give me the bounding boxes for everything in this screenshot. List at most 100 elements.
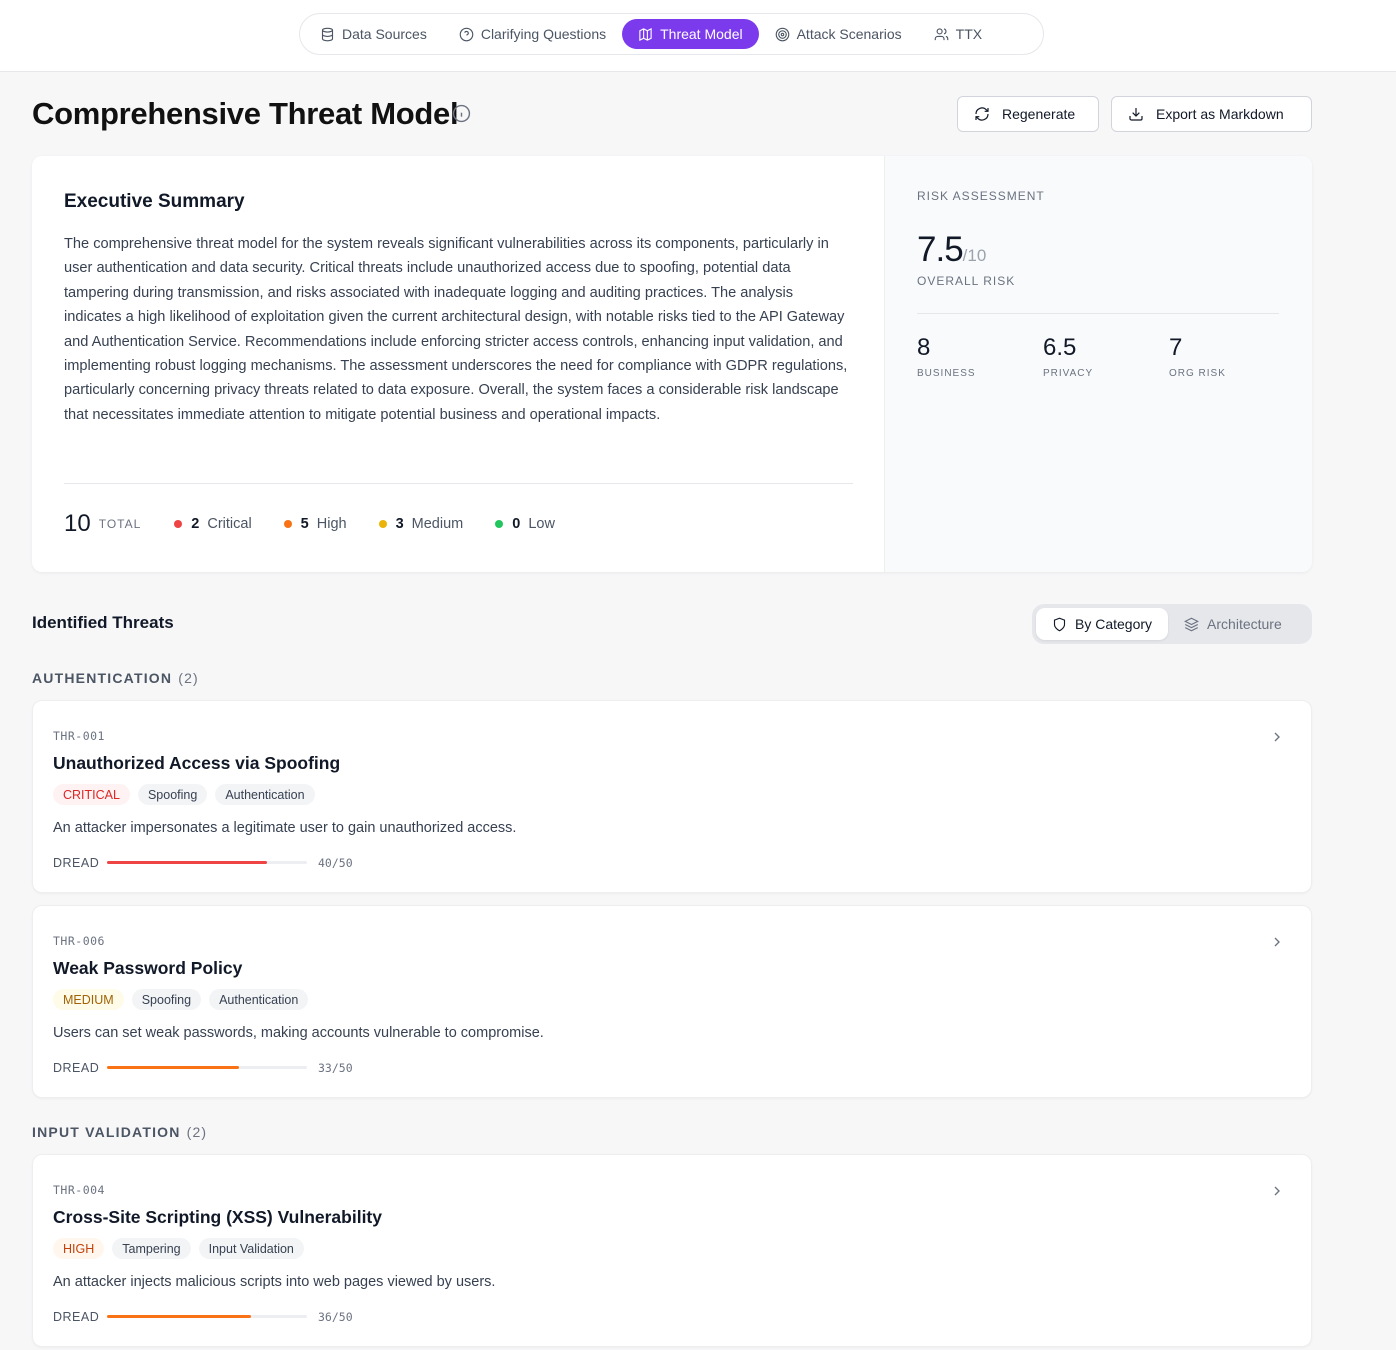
low-dot bbox=[495, 520, 504, 528]
group-name: INPUT VALIDATION bbox=[32, 1124, 181, 1140]
identified-threats-title: Identified Threats bbox=[32, 613, 174, 632]
view-toggle: By Category Architecture bbox=[1032, 604, 1312, 644]
export-markdown-button[interactable]: Export as Markdown bbox=[1111, 96, 1312, 132]
executive-summary-title: Executive Summary bbox=[64, 191, 245, 212]
stride-tag: Spoofing bbox=[131, 989, 202, 1010]
dread-score: 36/50 bbox=[318, 1310, 353, 1324]
category-tag: Input Validation bbox=[198, 1238, 304, 1259]
dread-bar-fill bbox=[107, 1066, 239, 1069]
org-risk: 7 ORG RISK bbox=[1169, 334, 1226, 379]
risk-score-max: /10 bbox=[962, 246, 987, 265]
risk-assessment-panel: RISK ASSESSMENT 7.5/10 OVERALL RISK 8 BU… bbox=[884, 156, 1312, 572]
medium-dot bbox=[378, 520, 387, 528]
help-circle-icon bbox=[459, 27, 474, 41]
group-name: AUTHENTICATION bbox=[32, 670, 173, 686]
org-risk-label: ORG RISK bbox=[1169, 368, 1226, 379]
critical-count: 2 bbox=[191, 516, 200, 532]
users-icon bbox=[934, 27, 948, 40]
category-tag: Authentication bbox=[215, 784, 315, 805]
tab-data-sources[interactable]: Data Sources bbox=[304, 19, 443, 49]
architecture-toggle[interactable]: Architecture bbox=[1168, 608, 1298, 640]
group-header-input-validation: INPUT VALIDATION (2) bbox=[32, 1124, 207, 1140]
threat-description: Users can set weak passwords, making acc… bbox=[53, 1025, 544, 1041]
severity-badge: CRITICAL bbox=[53, 784, 130, 805]
total-label: TOTAL bbox=[98, 517, 142, 531]
business-risk-value: 8 bbox=[917, 334, 931, 361]
threat-tags: CRITICAL Spoofing Authentication bbox=[53, 784, 315, 805]
total-count: 10 bbox=[64, 510, 91, 537]
privacy-risk-label: PRIVACY bbox=[1043, 368, 1094, 379]
layers-icon bbox=[1184, 617, 1200, 631]
severity-counts: 10 TOTAL 2 Critical 5 High 3 Medium 0 Lo… bbox=[64, 510, 587, 538]
severity-low: 0 Low bbox=[495, 516, 555, 532]
group-count: (2) bbox=[178, 670, 199, 686]
low-count: 0 bbox=[512, 516, 521, 532]
regenerate-button[interactable]: Regenerate bbox=[957, 96, 1099, 132]
severity-badge: MEDIUM bbox=[53, 989, 124, 1010]
threat-title: Weak Password Policy bbox=[53, 958, 243, 978]
high-count: 5 bbox=[300, 516, 309, 532]
privacy-risk-value: 6.5 bbox=[1043, 334, 1077, 361]
critical-dot bbox=[174, 520, 183, 528]
threat-tags: HIGH Tampering Input Validation bbox=[53, 1238, 304, 1259]
database-icon bbox=[321, 27, 334, 41]
threat-tags: MEDIUM Spoofing Authentication bbox=[53, 989, 309, 1010]
tab-label: TTX bbox=[955, 26, 983, 42]
stride-tag: Spoofing bbox=[137, 784, 208, 805]
dread-bar-fill bbox=[107, 861, 267, 864]
group-header-authentication: AUTHENTICATION (2) bbox=[32, 670, 199, 686]
critical-label: Critical bbox=[207, 516, 252, 532]
tab-label: Clarifying Questions bbox=[480, 26, 607, 42]
top-nav-bar: Data Sources Clarifying Questions Threat… bbox=[0, 0, 1396, 72]
refresh-icon bbox=[975, 107, 989, 121]
threat-card[interactable]: THR-004 Cross-Site Scripting (XSS) Vulne… bbox=[32, 1154, 1312, 1347]
regenerate-label: Regenerate bbox=[1002, 106, 1076, 122]
dread-bar bbox=[107, 861, 307, 864]
workflow-tabs: Data Sources Clarifying Questions Threat… bbox=[299, 13, 1044, 55]
dread-bar-fill bbox=[107, 1315, 251, 1318]
executive-summary-text: The comprehensive threat model for the s… bbox=[64, 236, 848, 423]
tab-threat-model[interactable]: Threat Model bbox=[622, 19, 759, 49]
overall-risk-score: 7.5/10 bbox=[917, 230, 986, 270]
executive-summary-panel: Executive Summary The comprehensive thre… bbox=[32, 156, 884, 572]
architecture-label: Architecture bbox=[1207, 616, 1282, 632]
by-category-label: By Category bbox=[1075, 616, 1153, 632]
target-icon bbox=[775, 27, 789, 41]
dread-bar bbox=[107, 1315, 307, 1318]
threat-card[interactable]: THR-001 Unauthorized Access via Spoofing… bbox=[32, 700, 1312, 893]
threat-card[interactable]: THR-006 Weak Password Policy MEDIUM Spoo… bbox=[32, 905, 1312, 1098]
category-tag: Authentication bbox=[209, 989, 309, 1010]
high-label: High bbox=[316, 516, 347, 532]
business-risk: 8 BUSINESS bbox=[917, 334, 976, 379]
tab-label: Attack Scenarios bbox=[796, 26, 902, 42]
severity-medium: 3 Medium bbox=[378, 516, 463, 532]
divider bbox=[917, 313, 1279, 314]
risk-score-value: 7.5 bbox=[917, 230, 964, 269]
tab-attack-scenarios[interactable]: Attack Scenarios bbox=[759, 19, 918, 49]
dread-label: DREAD bbox=[53, 1061, 100, 1075]
threat-id: THR-001 bbox=[53, 729, 105, 743]
page-title: Comprehensive Threat Model bbox=[32, 96, 459, 131]
map-icon bbox=[639, 27, 652, 41]
chevron-right-icon bbox=[1274, 1186, 1280, 1196]
dread-bar bbox=[107, 1066, 307, 1069]
chevron-right-icon bbox=[1274, 937, 1280, 947]
threat-description: An attacker injects malicious scripts in… bbox=[53, 1274, 496, 1290]
medium-count: 3 bbox=[395, 516, 404, 532]
shield-icon bbox=[1053, 617, 1066, 631]
tab-clarifying-questions[interactable]: Clarifying Questions bbox=[443, 19, 622, 49]
tab-ttx[interactable]: TTX bbox=[918, 19, 998, 49]
download-icon bbox=[1129, 108, 1143, 121]
threat-title: Cross-Site Scripting (XSS) Vulnerability bbox=[53, 1207, 382, 1227]
overall-risk-label: OVERALL RISK bbox=[917, 274, 1016, 288]
threat-description: An attacker impersonates a legitimate us… bbox=[53, 820, 517, 836]
threat-id: THR-006 bbox=[53, 934, 105, 948]
severity-badge: HIGH bbox=[53, 1238, 105, 1259]
high-dot bbox=[283, 520, 292, 528]
severity-critical: 2 Critical bbox=[174, 516, 252, 532]
info-icon[interactable] bbox=[452, 104, 471, 123]
dread-label: DREAD bbox=[53, 856, 100, 870]
by-category-toggle[interactable]: By Category bbox=[1036, 608, 1169, 640]
org-risk-value: 7 bbox=[1169, 334, 1183, 361]
severity-high: 5 High bbox=[283, 516, 347, 532]
